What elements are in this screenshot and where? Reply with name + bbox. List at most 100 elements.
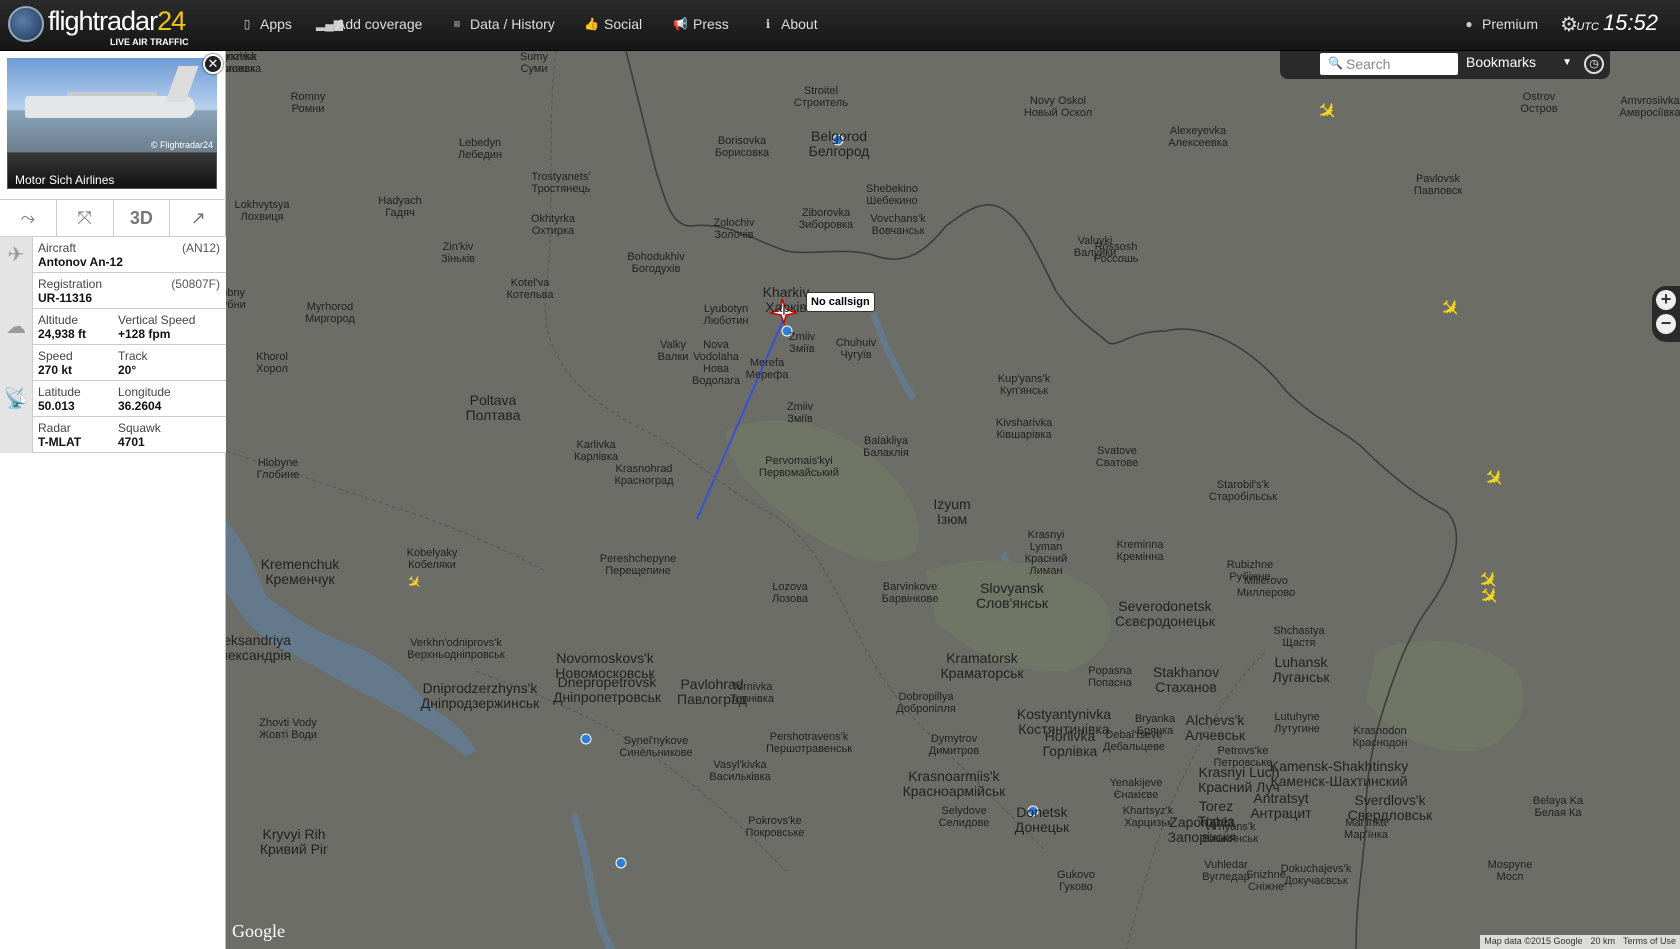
flightradar24-logo[interactable]: flightradar24 LIVE AIR TRAFFIC	[8, 4, 208, 48]
city-label: Novy Oskol Новый Оскол	[1023, 95, 1093, 119]
altitude-row: ☁ Altitude 24,938 ft Vertical Speed +128…	[0, 309, 226, 345]
speed-value: 270 kt	[38, 363, 73, 377]
city-label: Belaya Ka Белая Ка	[1532, 795, 1584, 819]
city-label: Dnepropetrovsk Дніпропетровськ	[552, 674, 662, 705]
photo-credit: © Flightradar24	[150, 140, 213, 150]
nav-label: Apps	[260, 16, 292, 32]
city-label: Lutuhyne Лутугине	[1274, 711, 1320, 735]
top-navigation-bar: flightradar24 LIVE AIR TRAFFIC ▯ Apps ▂▄▆…	[0, 0, 1680, 51]
zaporizhia-airport-marker	[615, 857, 627, 869]
view-3d-button[interactable]: 3D	[114, 200, 171, 236]
city-label: Dokuchajevs'k Докучаєвськ	[1280, 863, 1352, 887]
city-label: Lebedyn Лебедин	[458, 137, 502, 161]
nav-label: Add coverage	[336, 16, 423, 32]
share-icon[interactable]: ↗	[170, 200, 226, 236]
airline-name: Motor Sich Airlines	[7, 152, 217, 189]
compress-icon[interactable]: ⤧	[57, 200, 114, 236]
city-label: Mar'inka Мар'їнка	[1344, 817, 1388, 841]
city-label: Debal'tseve Дебальцеве	[1103, 729, 1165, 753]
brand-name: flightradar	[48, 6, 158, 36]
city-label: Vasyl'kivka Васильківка	[709, 759, 771, 783]
terms-link[interactable]: Terms of Use	[1623, 936, 1676, 948]
clock-zone: UTC	[1576, 21, 1599, 33]
phone-icon: ▯	[243, 17, 251, 31]
city-label: Balakliya Балаклія	[863, 435, 909, 459]
nav-data-history[interactable]: ≡ Data / History	[450, 0, 554, 48]
city-label: Kremenchuk Кременчук	[260, 556, 340, 587]
clock-time: 15:52	[1602, 10, 1658, 35]
map-canvas[interactable]: Sumy Суми Romny Ромни Lebedyn Лебедин Trostyan…	[226, 51, 1680, 949]
city-label: Vuhledar Вугледар	[1202, 859, 1250, 883]
city-label: Popasna Попасна	[1088, 665, 1132, 689]
city-label: Dniprodzerzhyns'k Дніпродзержинськ	[420, 680, 540, 711]
city-label: Poltava Полтава	[465, 392, 521, 423]
nav-about[interactable]: ℹ About	[761, 0, 818, 48]
search-input[interactable]: 🔍 Search	[1320, 53, 1458, 75]
close-panel-button[interactable]: ✕	[203, 54, 223, 74]
brand-number: 24	[157, 6, 186, 36]
flight-toolbar: ⤳ ⤧ 3D ↗	[0, 199, 226, 237]
city-label: Nova Vodolaha Нова Водолага	[692, 339, 740, 387]
megaphone-icon: 📢	[673, 17, 688, 31]
nav-apps[interactable]: ▯ Apps	[240, 0, 292, 48]
city-label: Svatove Сватове	[1095, 445, 1139, 469]
city-label: Shebekino Шебекино	[866, 183, 918, 207]
city-label: Dymytrov Димитров	[928, 733, 980, 757]
google-logo: Google	[232, 921, 285, 941]
latitude-value: 50.013	[38, 399, 75, 413]
route-icon[interactable]: ⤳	[0, 200, 57, 236]
city-label: Amvrosiivka Амвросіївка	[1619, 95, 1680, 119]
mode-s-code: (50807F)	[171, 277, 220, 291]
city-label: Vil'nyans'k Вільнянськ	[1201, 821, 1259, 845]
city-label: Stakhanov Стаханов	[1152, 664, 1220, 695]
city-label: Alchevs'k Алчевськ	[1185, 712, 1245, 743]
city-label: Kreminna Кремінна	[1116, 539, 1164, 563]
city-label: Verkhn'odniprovs'k Верхньодніпровськ	[407, 637, 505, 661]
city-label: Romny Ромни	[290, 91, 326, 115]
bookmarks-dropdown[interactable]: Bookmarks ▼	[1466, 54, 1576, 76]
city-label: Pavlovsk Павловск	[1413, 173, 1463, 197]
nav-add-coverage[interactable]: ▂▄▆ Add coverage	[316, 0, 422, 48]
city-label: Karlivka Карлівка	[573, 439, 619, 463]
city-label: Gukovo Гуково	[1057, 869, 1095, 893]
city-label: Trostyanets' Тростянець	[531, 171, 591, 195]
flight-info-panel: © Flightradar24 ✕ Motor Sich Airlines ⤳ …	[0, 51, 226, 949]
city-label: Slovyansk Слов'янськ	[975, 580, 1049, 611]
radar-value: T-MLAT	[38, 435, 82, 449]
city-label: Horlivka Горлівка	[1042, 728, 1098, 759]
city-label: Lyubotyn Люботин	[703, 303, 749, 327]
zoom-out-button[interactable]: −	[1656, 314, 1676, 334]
zoom-controls: + −	[1652, 286, 1680, 342]
city-label: Zmiiv Зміїв	[788, 331, 816, 355]
radar-globe-icon	[8, 6, 44, 42]
map-scale: 20 km	[1590, 936, 1615, 946]
city-label: Donetsk Донецьк	[1014, 804, 1070, 835]
nav-press[interactable]: 📢 Press	[673, 0, 729, 48]
city-label: Myrhorod Миргород	[305, 301, 355, 325]
city-label: Kotel'va Котельва	[506, 277, 554, 301]
search-placeholder: Search	[1346, 56, 1391, 72]
city-label: Kramatorsk Краматорськ	[940, 650, 1024, 681]
city-label: Zmiiv Зміїв	[786, 401, 814, 425]
city-label: Kobelyaky Кобеляки	[406, 547, 458, 571]
city-label: Luhansk Луганськ	[1272, 654, 1330, 685]
city-label: Zin'kiv Зіньків	[441, 241, 475, 265]
clock-history-icon[interactable]: ◷	[1584, 54, 1604, 74]
city-label: Barvinkove Барвінкове	[881, 581, 939, 605]
settings-gear-icon[interactable]: ⚙	[1560, 0, 1578, 48]
premium-label: Premium	[1482, 16, 1539, 32]
city-label: Kharkiv Харків	[762, 284, 810, 315]
registration: UR-11316	[38, 291, 93, 305]
premium-link[interactable]: ● Premium	[1462, 0, 1538, 48]
squawk-value: 4701	[118, 435, 145, 449]
zoom-in-button[interactable]: +	[1656, 290, 1676, 310]
city-label: Merefa Мерефа	[745, 357, 789, 381]
user-icon: ●	[1465, 17, 1473, 31]
radar-row: Radar T-MLAT Squawk 4701	[0, 417, 226, 453]
city-label: Zolochiv Золочів	[713, 217, 755, 241]
city-label: Zhovti Vody Жовті Води	[258, 717, 318, 741]
city-label: Pokrovs'ke Покровське	[745, 815, 805, 839]
nav-social[interactable]: 👍 Social	[584, 0, 642, 48]
city-label: Millerovo Миллерово	[1236, 575, 1296, 599]
city-label: LubnyЛубни	[226, 287, 246, 311]
